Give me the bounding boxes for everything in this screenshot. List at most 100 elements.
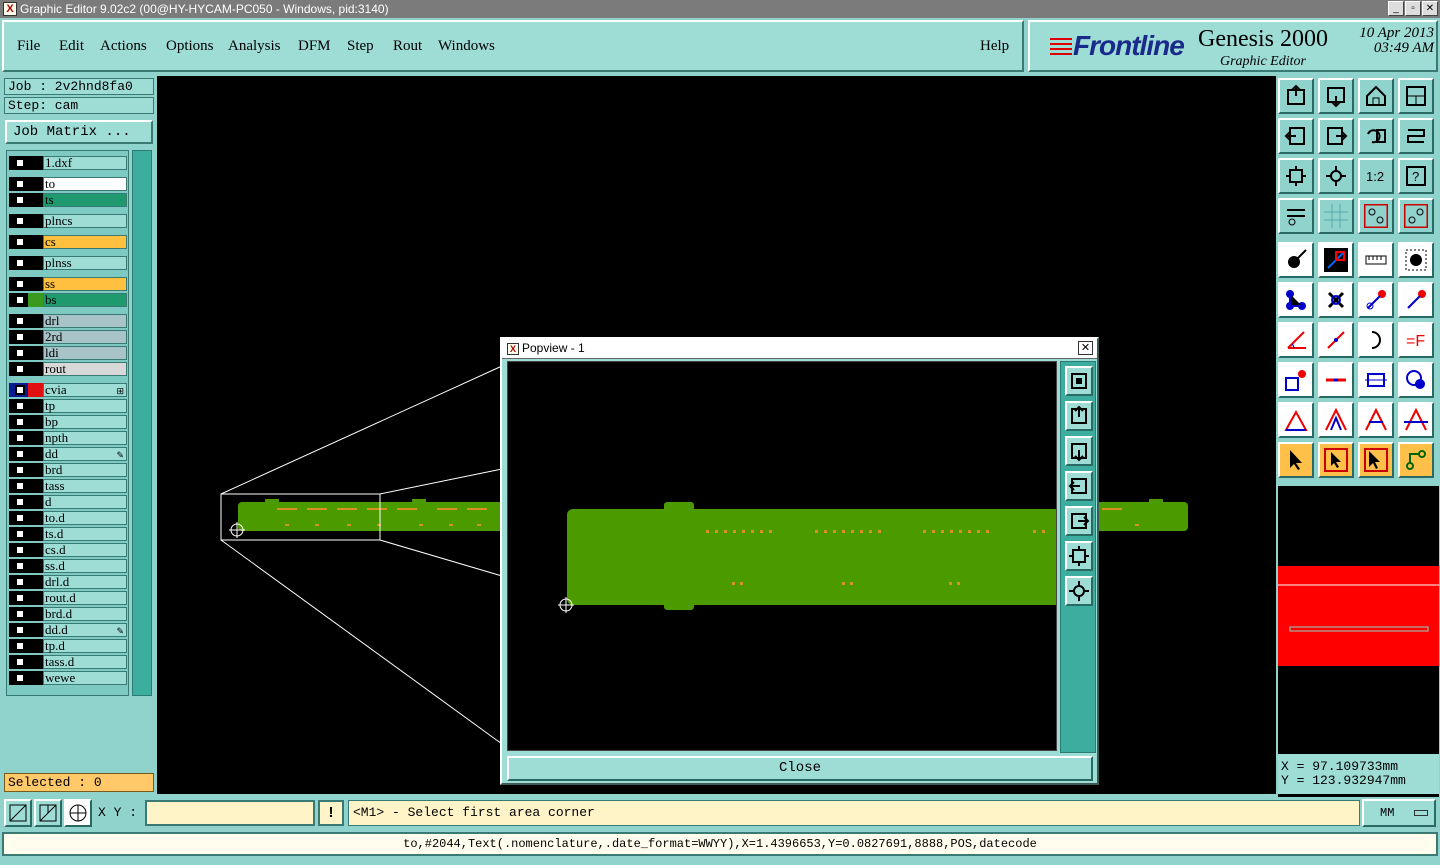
layer-name[interactable]: plncs — [43, 214, 127, 228]
menu-edit[interactable]: Edit — [59, 38, 84, 55]
layer-checkbox-area[interactable] — [9, 447, 28, 461]
layer-checkbox[interactable] — [15, 332, 25, 342]
layer-name[interactable]: tass.d — [43, 655, 127, 669]
layer-row[interactable]: d — [9, 495, 129, 509]
cluster-button[interactable] — [1398, 362, 1434, 398]
layer-checkbox-area[interactable] — [9, 214, 28, 228]
layer-checkbox-area[interactable] — [9, 479, 28, 493]
triangle-d-button[interactable] — [1398, 402, 1434, 438]
layer-row[interactable]: ss — [9, 277, 129, 291]
fit-all-button[interactable] — [1318, 158, 1354, 194]
layer-row[interactable]: rout — [9, 362, 129, 376]
layer-name[interactable]: brd.d — [43, 607, 127, 621]
layer-row[interactable]: bp — [9, 415, 129, 429]
layer-name[interactable]: ss — [43, 277, 127, 291]
zoom-home-button[interactable] — [1278, 78, 1314, 114]
layer-row[interactable]: dd ✎ — [9, 447, 129, 461]
help-button[interactable]: ? — [1398, 158, 1434, 194]
layer-row[interactable]: tass.d — [9, 655, 129, 669]
layer-row[interactable]: brd — [9, 463, 129, 477]
layer-checkbox[interactable] — [15, 401, 25, 411]
layer-checkbox-area[interactable] — [9, 314, 28, 328]
layer-checkbox[interactable] — [15, 465, 25, 475]
layer-checkbox-area[interactable] — [9, 330, 28, 344]
select-arrow-button[interactable] — [1278, 442, 1314, 478]
layer-checkbox-area[interactable] — [9, 277, 28, 291]
pick-pad-button[interactable] — [1278, 242, 1314, 278]
layer-checkbox-area[interactable] — [9, 655, 28, 669]
layer-checkbox[interactable] — [15, 433, 25, 443]
layer-checkbox[interactable] — [15, 295, 25, 305]
layer-row[interactable]: cs.d — [9, 543, 129, 557]
popview-zoom-in-button[interactable] — [1065, 366, 1093, 396]
window-split-button[interactable] — [1398, 78, 1434, 114]
layer-row[interactable]: wewe — [9, 671, 129, 685]
layer-name[interactable]: bs — [43, 293, 127, 307]
triangle-a-button[interactable] — [1278, 402, 1314, 438]
layer-row[interactable]: bs — [9, 293, 129, 307]
menu-options[interactable]: Options — [166, 38, 214, 55]
layer-name[interactable]: drl.d — [43, 575, 127, 589]
layer-row[interactable]: 2rd — [9, 330, 129, 344]
units-select[interactable]: MM — [1362, 799, 1436, 827]
layer-checkbox-area[interactable] — [9, 495, 28, 509]
home-button[interactable] — [1358, 78, 1394, 114]
layer-checkbox[interactable] — [15, 364, 25, 374]
feature-red-button[interactable] — [1278, 362, 1314, 398]
layer-name[interactable]: cs — [43, 235, 127, 249]
triangle-b-button[interactable] — [1318, 402, 1354, 438]
layer-row[interactable]: brd.d — [9, 607, 129, 621]
cross-mark-button[interactable] — [1318, 282, 1354, 318]
layer-checkbox[interactable] — [15, 258, 25, 268]
popview-close-button[interactable]: Close — [507, 756, 1093, 781]
layer-checkbox-area[interactable] — [9, 671, 28, 685]
layer-name[interactable]: bp — [43, 415, 127, 429]
layer-checkbox-area[interactable] — [9, 527, 28, 541]
layer-checkbox-area[interactable] — [9, 177, 28, 191]
menu-actions[interactable]: Actions — [100, 38, 147, 55]
menu-step[interactable]: Step — [347, 38, 374, 55]
layer-checkbox-area[interactable] — [9, 362, 28, 376]
triangle-c-button[interactable] — [1358, 402, 1394, 438]
layer-name[interactable]: to.d — [43, 511, 127, 525]
layer-checkbox[interactable] — [15, 449, 25, 459]
popview-title-bar[interactable]: X Popview - 1 ✕ — [502, 339, 1097, 359]
layer-row[interactable]: ldi — [9, 346, 129, 360]
layer-name[interactable]: tp — [43, 399, 127, 413]
layer-checkbox-area[interactable] — [9, 607, 28, 621]
layer-name[interactable]: ts — [43, 193, 127, 207]
layer-checkbox[interactable] — [15, 545, 25, 555]
layer-name[interactable]: npth — [43, 431, 127, 445]
snap-red-2-button[interactable] — [1398, 198, 1434, 234]
layer-row[interactable]: drl — [9, 314, 129, 328]
layer-checkbox[interactable] — [15, 577, 25, 587]
layer-checkbox-area[interactable] — [9, 235, 28, 249]
layer-name[interactable]: tp.d — [43, 639, 127, 653]
edge-arrow-button[interactable] — [1398, 282, 1434, 318]
layer-scrollbar[interactable] — [132, 150, 152, 696]
layer-checkbox[interactable] — [15, 561, 25, 571]
layer-name[interactable]: drl — [43, 314, 127, 328]
layer-checkbox-area[interactable] — [9, 156, 28, 170]
layer-checkbox[interactable] — [15, 348, 25, 358]
layer-row[interactable]: cvia ⊞ — [9, 383, 129, 397]
measure-ruler-button[interactable] — [1358, 242, 1394, 278]
app-icon[interactable]: X — [3, 2, 17, 16]
layer-checkbox-area[interactable] — [9, 575, 28, 589]
popview-pan-up-button[interactable] — [1065, 401, 1093, 431]
menu-analysis[interactable]: Analysis — [228, 38, 281, 55]
layer-name[interactable]: cvia ⊞ — [43, 383, 127, 397]
popview-pan-left-button[interactable] — [1065, 471, 1093, 501]
pad-fill-button[interactable] — [1398, 242, 1434, 278]
undo-zoom-button[interactable] — [1358, 118, 1394, 154]
layer-checkbox[interactable] — [15, 195, 25, 205]
layer-checkbox[interactable] — [15, 513, 25, 523]
layer-name[interactable]: dd.d ✎ — [43, 623, 127, 637]
menu-file[interactable]: File — [17, 38, 40, 55]
select-orange-button[interactable] — [1358, 442, 1394, 478]
arc-button[interactable] — [1358, 322, 1394, 358]
layer-checkbox[interactable] — [15, 529, 25, 539]
xy-input[interactable] — [145, 800, 315, 826]
layer-name[interactable]: 1.dxf — [43, 156, 127, 170]
layer-checkbox-area[interactable] — [9, 591, 28, 605]
